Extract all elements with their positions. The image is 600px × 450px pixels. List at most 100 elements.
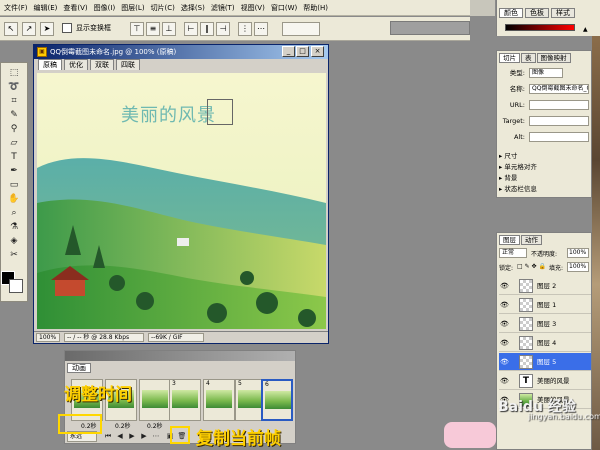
fill-tool-icon[interactable]: ◈ — [4, 235, 24, 247]
eraser-tool-icon[interactable]: ▱ — [4, 137, 24, 149]
lock-icons[interactable]: □ ✎ ✥ 🔒 — [517, 263, 546, 270]
zoom-level[interactable]: 100% — [36, 333, 60, 342]
section-background[interactable]: ▸ 背景 — [499, 173, 517, 183]
visibility-eye-icon[interactable]: 👁 — [500, 319, 509, 329]
tab-color[interactable]: 颜色 — [499, 8, 523, 18]
eyedropper-tool-icon[interactable]: ⚗ — [4, 221, 24, 233]
background-color-swatch[interactable] — [9, 279, 23, 293]
tab-styles[interactable]: 样式 — [551, 8, 575, 18]
tab-optimized[interactable]: 优化 — [64, 59, 88, 70]
tab-actions[interactable]: 动作 — [521, 235, 542, 245]
name-field[interactable]: QQ倒霉截图未命名_01 — [529, 84, 589, 94]
menu-view[interactable]: 查看(V) — [63, 3, 87, 13]
menu-slice[interactable]: 切片(C) — [151, 3, 175, 13]
move-tool-alt-icon[interactable]: ↗ — [22, 22, 36, 36]
show-transform-checkbox[interactable] — [62, 23, 72, 33]
next-frame-icon[interactable]: ▶ — [139, 432, 149, 441]
align-bottom-icon[interactable]: ⊥ — [162, 22, 176, 36]
slice-tool-icon[interactable]: ✂ — [4, 249, 24, 261]
image-canvas[interactable]: 美丽的风景 — [37, 73, 326, 329]
document-titlebar[interactable]: ▣ QQ倒霉截图未命名.jpg @ 100% (原稿) _ □ × — [34, 45, 328, 59]
shape-tool-icon[interactable]: ▭ — [4, 179, 24, 191]
frame-delay-3[interactable]: 0.2秒 — [147, 421, 163, 430]
menu-help[interactable]: 帮助(H) — [303, 3, 328, 13]
frame-delay-2[interactable]: 0.2秒 — [115, 421, 131, 430]
section-dimensions[interactable]: ▸ 尺寸 — [499, 151, 517, 161]
align-left-icon[interactable]: ⊢ — [184, 22, 198, 36]
layer-row[interactable]: 👁 图层 3 — [499, 315, 591, 333]
menu-select[interactable]: 选择(S) — [181, 3, 205, 13]
distribute-icon[interactable]: ⋮ — [238, 22, 252, 36]
layer-row[interactable]: 👁 T 美丽的风景 — [499, 372, 591, 390]
tab-image-map[interactable]: 图像映射 — [536, 53, 571, 63]
section-cell-align[interactable]: ▸ 单元格对齐 — [499, 162, 537, 172]
menu-filter[interactable]: 滤镜(T) — [211, 3, 235, 13]
toolbox: ⬚ ➰ ⌗ ✎ ⚲ ▱ T ✒ ▭ ✋ ⌕ ⚗ ◈ ✂ — [0, 62, 28, 302]
arrow-tool-icon[interactable]: ➤ — [40, 22, 54, 36]
menu-window[interactable]: 窗口(W) — [271, 3, 297, 13]
menu-edit[interactable]: 编辑(E) — [34, 3, 58, 13]
crop-tool-icon[interactable]: ⌗ — [4, 95, 24, 107]
fill-field[interactable]: 100% — [567, 262, 589, 272]
first-frame-icon[interactable]: ⏮ — [103, 432, 113, 441]
download-time: -- / -- 秒 @ 28.8 Kbps — [64, 333, 144, 342]
tab-table[interactable]: 表 — [521, 53, 536, 63]
zoom-tool-icon[interactable]: ⌕ — [4, 207, 24, 219]
visibility-eye-icon[interactable]: 👁 — [500, 338, 509, 348]
visibility-eye-icon[interactable]: 👁 — [500, 300, 509, 310]
section-status-message[interactable]: ▸ 状态栏信息 — [499, 184, 537, 194]
maximize-button[interactable]: □ — [296, 46, 309, 57]
layer-row[interactable]: 👁 图层 2 — [499, 277, 591, 295]
tab-slice[interactable]: 切片 — [499, 53, 520, 63]
layer-row[interactable]: 👁 图层 4 — [499, 334, 591, 352]
blend-mode-select[interactable]: 正常 — [499, 248, 527, 258]
tab-2up[interactable]: 双联 — [90, 59, 114, 70]
close-button[interactable]: × — [311, 46, 324, 57]
minimize-button[interactable]: _ — [282, 46, 295, 57]
tab-layers[interactable]: 图层 — [499, 235, 520, 245]
target-field[interactable] — [529, 116, 589, 126]
alt-field[interactable] — [529, 132, 589, 142]
marquee-tool-icon[interactable]: ⬚ — [4, 67, 24, 79]
stamp-tool-icon[interactable]: ⚲ — [4, 123, 24, 135]
hand-tool-icon[interactable]: ✋ — [4, 193, 24, 205]
lasso-tool-icon[interactable]: ➰ — [4, 81, 24, 93]
type-select[interactable]: 图像 — [529, 68, 563, 78]
layer-row[interactable]: 👁 图层 1 — [499, 296, 591, 314]
menu-view2[interactable]: 视图(V) — [241, 3, 265, 13]
play-icon[interactable]: ▶ — [127, 432, 137, 441]
align-center-icon[interactable]: ‖ — [200, 22, 214, 36]
tab-original[interactable]: 原稿 — [38, 59, 62, 70]
frame-6[interactable]: 6 — [261, 379, 293, 421]
layer-row-selected[interactable]: 👁 图层 5 — [499, 353, 591, 371]
visibility-eye-icon[interactable]: 👁 — [500, 281, 509, 291]
move-tool-icon[interactable]: ↖ — [4, 22, 18, 36]
url-field[interactable] — [529, 100, 589, 110]
frame-3[interactable]: 3 — [169, 379, 201, 421]
visibility-eye-icon[interactable]: 👁 — [500, 376, 509, 386]
tab-swatches[interactable]: 色板 — [525, 8, 549, 18]
menu-layer[interactable]: 图层(L) — [121, 3, 144, 13]
menu-file[interactable]: 文件(F) — [4, 3, 28, 13]
annotation-duplicate-frame: 复制当前帧 — [196, 429, 281, 449]
prev-frame-icon[interactable]: ◀ — [115, 432, 125, 441]
options-dropdown[interactable] — [282, 22, 320, 36]
tab-4up[interactable]: 四联 — [116, 59, 140, 70]
align-middle-icon[interactable]: ≡ — [146, 22, 160, 36]
blend-row: 正常 不透明度: 100% — [499, 247, 591, 259]
pen-tool-icon[interactable]: ✒ — [4, 165, 24, 177]
text-tool-icon[interactable]: T — [4, 151, 24, 163]
align-top-icon[interactable]: ⊤ — [130, 22, 144, 36]
red-channel-slider[interactable] — [505, 24, 575, 31]
animation-titlebar[interactable] — [65, 351, 295, 361]
opacity-field[interactable]: 100% — [567, 248, 589, 258]
visibility-eye-icon[interactable]: 👁 — [500, 357, 509, 367]
align-right-icon[interactable]: ⊣ — [216, 22, 230, 36]
brush-tool-icon[interactable]: ✎ — [4, 109, 24, 121]
distribute-h-icon[interactable]: ⋯ — [254, 22, 268, 36]
menu-image[interactable]: 图像(I) — [94, 3, 116, 13]
frame-4[interactable]: 4 — [203, 379, 235, 421]
tab-animation[interactable]: 动画 — [67, 363, 91, 373]
tween-icon[interactable]: ⋯ — [151, 432, 161, 441]
frame-thumbnail[interactable] — [139, 379, 171, 421]
